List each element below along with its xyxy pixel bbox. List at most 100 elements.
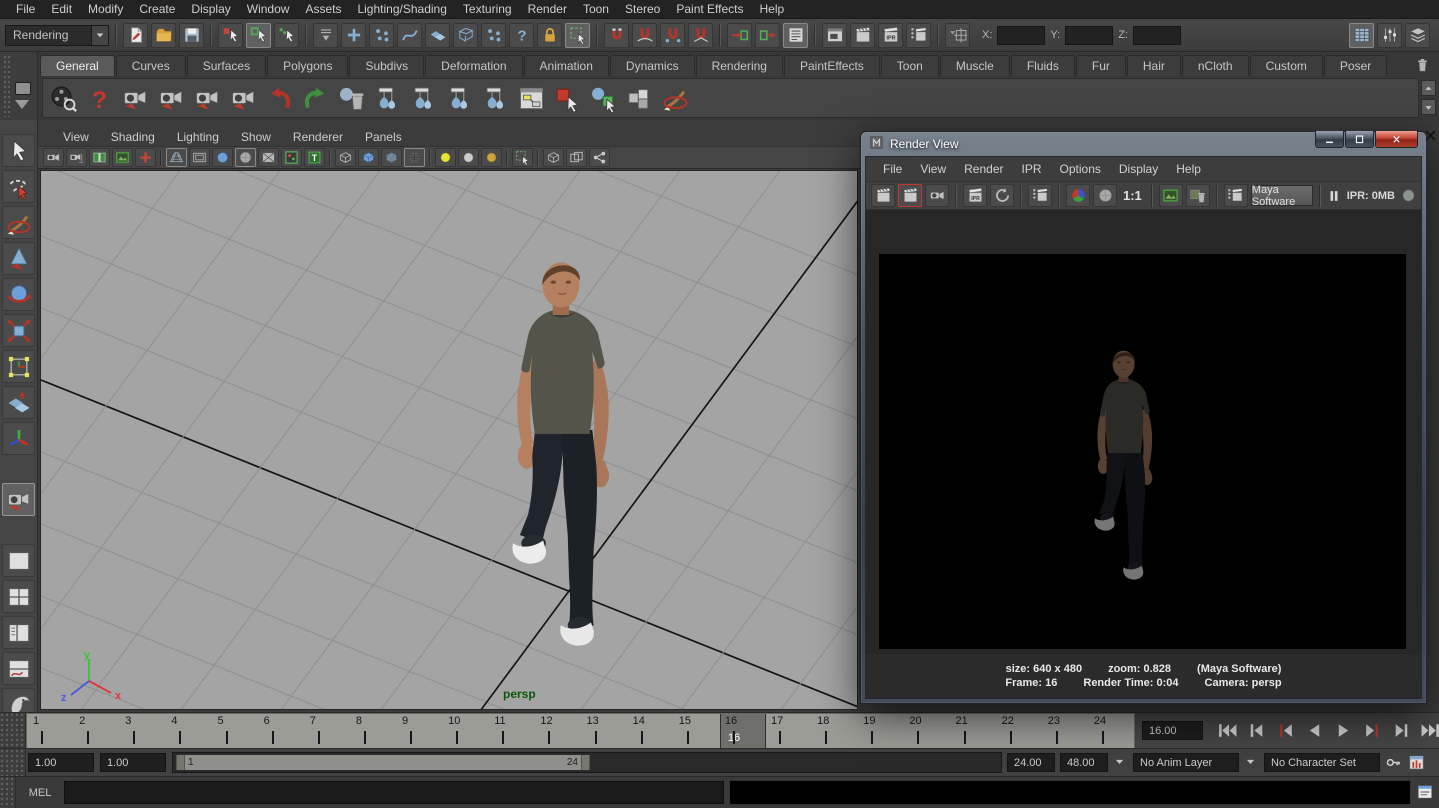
lights-default-button[interactable] — [481, 148, 502, 167]
symmetry-button[interactable] — [313, 23, 338, 48]
camera-track-button[interactable] — [191, 82, 224, 115]
menu-render[interactable]: Render — [520, 0, 575, 19]
z-coordinate-input[interactable] — [1133, 26, 1181, 45]
scroll-up-icon[interactable] — [1421, 80, 1436, 96]
range-end-handle[interactable] — [581, 755, 590, 770]
step-back-frame-button[interactable] — [1243, 720, 1269, 741]
layout-single-button[interactable] — [2, 544, 35, 577]
command-language-button[interactable]: MEL — [21, 787, 59, 799]
snap-magnet-curve-button[interactable] — [632, 23, 657, 48]
render-globals-button[interactable] — [47, 82, 80, 115]
save-scene-button[interactable] — [179, 23, 204, 48]
pause-ipr-icon[interactable] — [1327, 186, 1341, 206]
step-forward-frame-button[interactable] — [1388, 720, 1414, 741]
command-input[interactable] — [64, 781, 724, 804]
playback-end-field[interactable]: 24.00 — [1007, 753, 1055, 772]
shelf-tab-painteffects[interactable]: PaintEffects — [784, 55, 880, 76]
use-default-material-button[interactable] — [404, 148, 425, 167]
wireframe-button[interactable] — [335, 148, 356, 167]
viewport-menu-shading[interactable]: Shading — [100, 128, 166, 147]
viewport-menu-lighting[interactable]: Lighting — [166, 128, 230, 147]
display-real-size-button[interactable] — [1159, 184, 1183, 207]
viewport-menu-show[interactable]: Show — [230, 128, 282, 147]
xray-button[interactable] — [381, 148, 402, 167]
grip-handle[interactable] — [0, 749, 26, 777]
gate-mask-button[interactable] — [235, 148, 256, 167]
renderview-menu-file[interactable]: File — [874, 160, 911, 179]
layout-four-button[interactable] — [2, 580, 35, 613]
renderview-menu-display[interactable]: Display — [1110, 160, 1167, 179]
safe-action-button[interactable] — [258, 148, 279, 167]
new-scene-button[interactable] — [123, 23, 148, 48]
snap-help-button[interactable]: ? — [509, 23, 534, 48]
shelf-tab-hair[interactable]: Hair — [1127, 55, 1181, 76]
menu-texturing[interactable]: Texturing — [455, 0, 520, 19]
shelf-dropdown-icon[interactable] — [15, 100, 29, 109]
tool-settings-button[interactable] — [1377, 23, 1402, 48]
center-snap-dropdown-button[interactable] — [945, 23, 970, 48]
anim-layer-field[interactable]: No Anim Layer — [1133, 753, 1239, 772]
ipr-render-button[interactable]: IPR — [963, 184, 987, 207]
film-gate-button[interactable] — [189, 148, 210, 167]
snap-curves-button[interactable] — [397, 23, 422, 48]
shelf-tab-polygons[interactable]: Polygons — [267, 55, 348, 76]
close-button[interactable] — [1375, 131, 1418, 148]
channel-box-button[interactable] — [1405, 23, 1430, 48]
select-hierarchy-button[interactable] — [218, 23, 243, 48]
maximize-button[interactable] — [1345, 131, 1374, 148]
shelf-tab-general[interactable]: General — [40, 55, 115, 76]
renderview-menu-view[interactable]: View — [911, 160, 955, 179]
multi-camera-button[interactable] — [281, 148, 302, 167]
highlight-selection-button[interactable] — [565, 23, 590, 48]
snap-magnet-point-button[interactable] — [660, 23, 685, 48]
range-track[interactable]: 1 24 — [172, 752, 1002, 773]
shelf-tab-ncloth[interactable]: nCloth — [1182, 55, 1249, 76]
menu-file[interactable]: File — [8, 0, 43, 19]
paint-effects-render-button[interactable] — [1224, 184, 1248, 207]
menu-stereo[interactable]: Stereo — [617, 0, 668, 19]
menu-paint-effects[interactable]: Paint Effects — [668, 0, 751, 19]
snap-magnet-grid-button[interactable] — [604, 23, 629, 48]
shelf-tab-deformation[interactable]: Deformation — [425, 55, 522, 76]
lock-selection-button[interactable] — [537, 23, 562, 48]
layout-outliner-button[interactable] — [2, 616, 35, 649]
joint-weights-c-button[interactable] — [443, 82, 476, 115]
render-canvas[interactable] — [866, 210, 1421, 654]
viewport-menu-panels[interactable]: Panels — [354, 128, 413, 147]
layout-graph-button[interactable] — [2, 652, 35, 685]
snap-center-button[interactable] — [481, 23, 506, 48]
paintable-geometry-button[interactable] — [587, 82, 620, 115]
menu-modify[interactable]: Modify — [80, 0, 131, 19]
character-set-field[interactable]: No Character Set — [1264, 753, 1380, 772]
menu-help[interactable]: Help — [752, 0, 793, 19]
last-tool-camera-button[interactable] — [2, 483, 35, 516]
renderview-menu-options[interactable]: Options — [1051, 160, 1110, 179]
snap-planes-button[interactable] — [425, 23, 450, 48]
chevron-down-icon[interactable] — [1244, 755, 1259, 770]
menu-lighting-shading[interactable]: Lighting/Shading — [349, 0, 454, 19]
select-component-button[interactable] — [274, 23, 299, 48]
go-to-start-button[interactable] — [1214, 720, 1240, 741]
move-button[interactable] — [2, 242, 35, 275]
paint-select-button[interactable] — [2, 206, 35, 239]
texture-display-button[interactable]: T — [304, 148, 325, 167]
render-view-titlebar[interactable]: Render View — [865, 132, 1422, 156]
construction-history-button[interactable] — [783, 23, 808, 48]
animation-preferences-icon[interactable] — [1408, 754, 1426, 772]
lights-flat-button[interactable] — [458, 148, 479, 167]
current-time-field[interactable]: 16.00 — [1142, 721, 1203, 740]
grip-handle[interactable] — [0, 777, 16, 808]
select-camera-button[interactable] — [43, 148, 64, 167]
shelf-tab-dynamics[interactable]: Dynamics — [610, 55, 695, 76]
x-coordinate-input[interactable] — [997, 26, 1045, 45]
step-back-key-button[interactable] — [1272, 720, 1298, 741]
menu-create[interactable]: Create — [131, 0, 183, 19]
ipr-render-settings-button[interactable]: IPR — [878, 23, 903, 48]
shelf-tab-fluids[interactable]: Fluids — [1011, 55, 1075, 76]
resolution-gate-button[interactable] — [212, 148, 233, 167]
lights-all-button[interactable] — [435, 148, 456, 167]
close-icon[interactable] — [1423, 128, 1438, 143]
shelf-tab-poser[interactable]: Poser — [1324, 55, 1387, 76]
play-backwards-button[interactable] — [1301, 720, 1327, 741]
help-line-button[interactable]: ? — [83, 82, 116, 115]
